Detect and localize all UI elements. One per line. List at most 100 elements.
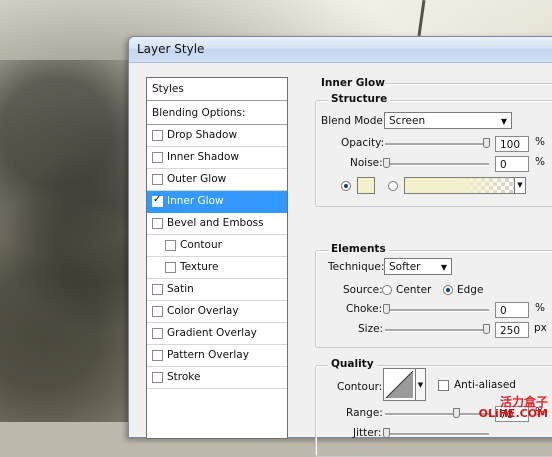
style-item-bevel-and-emboss[interactable]: Bevel and Emboss: [147, 213, 287, 235]
size-unit: px: [534, 322, 547, 334]
jitter-slider-thumb[interactable]: [383, 428, 390, 438]
choke-unit: %: [535, 302, 545, 314]
choke-slider-thumb[interactable]: [383, 304, 390, 314]
size-label: Size:: [358, 323, 384, 335]
structure-title: Structure: [328, 93, 391, 105]
jitter-label: Jitter:: [353, 427, 382, 439]
source-edge-radio[interactable]: [443, 285, 453, 295]
style-checkbox[interactable]: [152, 218, 163, 229]
background-trees: [0, 60, 140, 422]
source-label: Source:: [343, 284, 383, 296]
noise-input[interactable]: 0: [495, 156, 529, 172]
opacity-label: Opacity:: [341, 137, 385, 149]
size-slider-thumb[interactable]: [483, 324, 490, 334]
contour-curve-icon: [385, 370, 414, 399]
anti-aliased-label: Anti-aliased: [454, 379, 516, 391]
layer-style-dialog: Layer Style Styles Blending Options: Def…: [128, 36, 552, 457]
style-item-label: Pattern Overlay: [167, 349, 249, 361]
style-item-inner-glow[interactable]: ✓ Inner Glow: [147, 191, 287, 213]
blend-mode-label: Blend Mode:: [321, 115, 387, 127]
style-item-label: Gradient Overlay: [167, 327, 257, 339]
range-slider-thumb[interactable]: [453, 408, 460, 418]
size-slider-track[interactable]: [385, 329, 489, 332]
source-edge-label: Edge: [457, 284, 484, 296]
noise-slider-thumb[interactable]: [383, 158, 390, 168]
style-checkbox[interactable]: [165, 240, 176, 251]
anti-aliased-checkbox[interactable]: [438, 380, 449, 391]
style-item-pattern-overlay[interactable]: Pattern Overlay: [147, 345, 287, 367]
style-item-label: Texture: [180, 261, 219, 273]
contour-dropdown-icon[interactable]: ▼: [416, 368, 426, 401]
choke-label: Choke:: [346, 303, 383, 315]
style-item-contour[interactable]: Contour: [147, 235, 287, 257]
style-item-label: Satin: [167, 283, 194, 295]
quality-title: Quality: [328, 358, 377, 370]
inner-glow-section-title: Inner Glow: [321, 77, 389, 89]
elements-title: Elements: [328, 243, 389, 255]
range-label: Range:: [346, 407, 383, 419]
contour-picker[interactable]: [383, 368, 416, 401]
window-title: Layer Style: [137, 42, 205, 56]
technique-label: Technique:: [328, 261, 385, 273]
style-item-inner-shadow[interactable]: Inner Shadow: [147, 147, 287, 169]
chevron-down-icon: ▼: [500, 117, 507, 126]
style-checkbox[interactable]: [152, 306, 163, 317]
style-item-outer-glow[interactable]: Outer Glow: [147, 169, 287, 191]
title-bar[interactable]: Layer Style: [129, 37, 552, 63]
style-item-label: Stroke: [167, 371, 201, 383]
solid-color-radio[interactable]: [341, 181, 351, 191]
technique-value: Softer: [389, 261, 421, 273]
gradient-radio[interactable]: [388, 181, 398, 191]
opacity-slider-track[interactable]: [385, 143, 489, 146]
style-checkbox[interactable]: [152, 130, 163, 141]
style-item-satin[interactable]: Satin: [147, 279, 287, 301]
technique-select[interactable]: Softer ▼: [384, 258, 452, 275]
style-item-texture[interactable]: Texture: [147, 257, 287, 279]
source-center-radio[interactable]: [382, 285, 392, 295]
jitter-slider-track[interactable]: [385, 433, 489, 436]
style-item-drop-shadow[interactable]: Drop Shadow: [147, 125, 287, 147]
style-item-label: Outer Glow: [167, 173, 227, 185]
style-checkbox[interactable]: [152, 328, 163, 339]
style-checkbox[interactable]: [152, 284, 163, 295]
dialog-client: Styles Blending Options: Default Drop Sh…: [135, 63, 552, 457]
chevron-down-icon: ▼: [440, 263, 447, 272]
choke-slider-track[interactable]: [385, 309, 489, 312]
glow-color-swatch[interactable]: [357, 177, 375, 194]
style-checkbox[interactable]: [152, 350, 163, 361]
blending-options-item[interactable]: Blending Options: Default: [147, 101, 287, 141]
gradient-swatch[interactable]: ▼: [404, 177, 526, 194]
blend-mode-select[interactable]: Screen ▼: [384, 112, 512, 129]
style-item-label: Color Overlay: [167, 305, 239, 317]
style-checkbox[interactable]: ✓: [152, 194, 163, 207]
style-checkbox[interactable]: [165, 262, 176, 273]
style-item-gradient-overlay[interactable]: Gradient Overlay: [147, 323, 287, 345]
styles-list: Styles Blending Options: Default Drop Sh…: [146, 77, 288, 439]
style-item-label: Inner Shadow: [167, 151, 239, 163]
style-checkbox[interactable]: [152, 372, 163, 383]
range-slider-track[interactable]: [385, 413, 489, 416]
section-divider: [385, 83, 552, 85]
background-pole: [417, 0, 426, 37]
style-checkbox[interactable]: [152, 174, 163, 185]
style-item-label: Drop Shadow: [167, 129, 238, 141]
opacity-unit: %: [535, 136, 545, 148]
watermark: 活力盒子 OLiHE.COM: [479, 396, 548, 420]
size-input[interactable]: 250: [495, 322, 529, 338]
noise-label: Noise:: [350, 157, 383, 169]
style-item-stroke[interactable]: Stroke: [147, 367, 287, 389]
style-item-label: Bevel and Emboss: [167, 217, 264, 229]
blend-mode-value: Screen: [389, 115, 426, 127]
styles-header[interactable]: Styles: [147, 78, 287, 101]
source-center-label: Center: [396, 284, 432, 296]
style-checkbox[interactable]: [152, 152, 163, 163]
watermark-en: OLiHE.COM: [478, 407, 548, 420]
opacity-slider-thumb[interactable]: [483, 138, 490, 148]
gradient-dropdown-icon[interactable]: ▼: [514, 178, 525, 193]
opacity-input[interactable]: 100: [495, 136, 529, 152]
style-item-color-overlay[interactable]: Color Overlay: [147, 301, 287, 323]
choke-input[interactable]: 0: [495, 302, 529, 318]
noise-slider-track[interactable]: [385, 163, 489, 166]
style-item-label: Contour: [180, 239, 222, 251]
contour-label: Contour:: [337, 381, 383, 393]
